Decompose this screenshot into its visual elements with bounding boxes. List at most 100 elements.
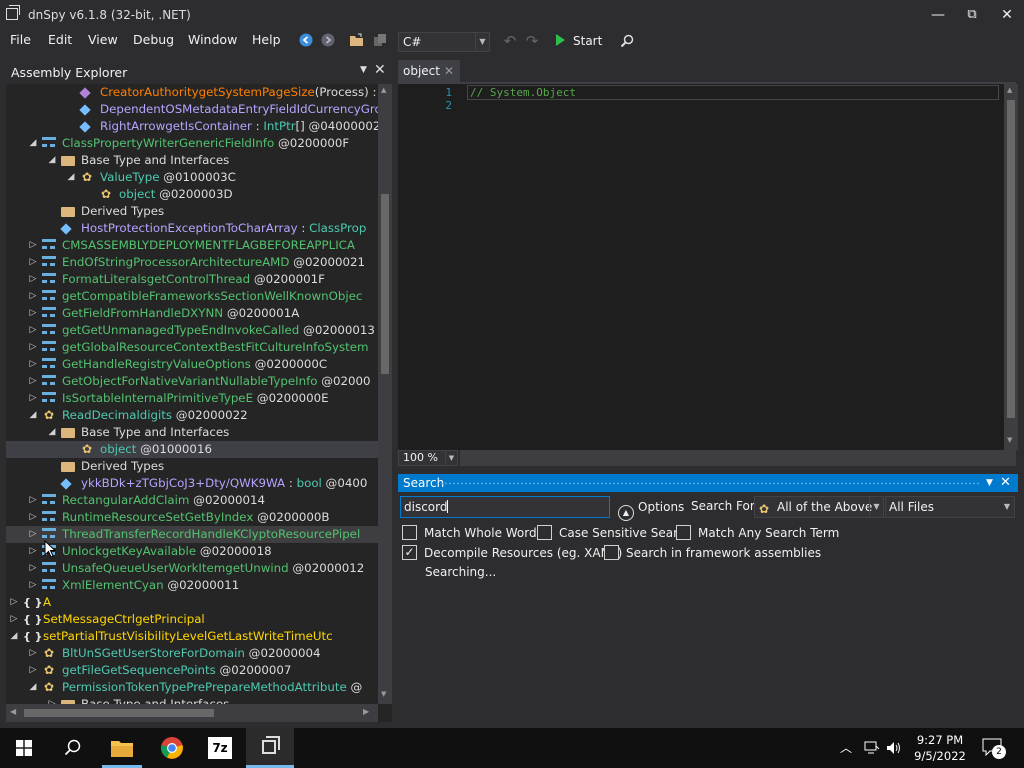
tree-node[interactable]: ▷ FormatLiteralsgetControlThread @0200001…	[6, 271, 378, 288]
tree-node[interactable]: Derived Types	[6, 203, 378, 220]
expand-arrow-icon[interactable]: ▷	[28, 526, 38, 543]
forward-icon[interactable]	[320, 33, 336, 49]
expand-arrow-icon[interactable]: ▷	[28, 288, 38, 305]
taskbar-file-explorer[interactable]	[98, 728, 146, 768]
expand-arrow-icon[interactable]: ▷	[28, 509, 38, 526]
code-line[interactable]: // System.Object	[467, 85, 999, 100]
expand-arrow-icon[interactable]: ▷	[28, 390, 38, 407]
editor-horizontal-scrollbar[interactable]	[460, 450, 1016, 466]
tree-node[interactable]: ▷ Base Type and Interfaces	[6, 696, 378, 704]
scroll-right-icon[interactable]: ▶	[363, 707, 369, 716]
explorer-vertical-scrollbar[interactable]: ▲ ▼	[378, 84, 392, 704]
taskbar-7zip[interactable]: 7z	[196, 728, 244, 768]
tree-node[interactable]: ▷ EndOfStringProcessorArchitectureAMD @02…	[6, 254, 378, 271]
tree-node[interactable]: ▷ UnlockgetKeyAvailable @02000018	[6, 543, 378, 560]
expand-arrow-icon[interactable]: ▷	[28, 543, 38, 560]
search-icon[interactable]	[620, 34, 634, 48]
volume-icon[interactable]	[886, 740, 902, 756]
network-icon[interactable]	[864, 741, 880, 755]
scroll-down-icon[interactable]: ▼	[381, 690, 386, 698]
tree-node[interactable]: ▷ { } SetMessageCtrlgetPrincipal	[6, 611, 378, 628]
tree-node[interactable]: ✿ object @01000016	[6, 441, 378, 458]
expand-arrow-icon[interactable]: ▷	[28, 339, 38, 356]
tree-node[interactable]: ▷ RuntimeResourceSetGetByIndex @0200000B	[6, 509, 378, 526]
collapse-arrow-icon[interactable]: ◢	[47, 152, 57, 169]
tree-node[interactable]: ▷ GetObjectForNativeVariantNullableTypeIn…	[6, 373, 378, 390]
tree-node[interactable]: ▷ ✿ BltUnSGetUserStoreForDomain @02000004	[6, 645, 378, 662]
search-for-select[interactable]: ✿ All of the Above ▼	[754, 496, 884, 518]
tree-node[interactable]: ▷ CMSASSEMBLYDEPLOYMENTFLAGBEFOREAPPLICA	[6, 237, 378, 254]
tree-node[interactable]: ▷ RectangularAddClaim @02000014	[6, 492, 378, 509]
tree-node[interactable]: ykkBDk+zTGbjCoJ3+Dty/QWK9WA : bool @0400	[6, 475, 378, 492]
expand-arrow-icon[interactable]: ▷	[28, 560, 38, 577]
undo-icon[interactable]: ↶	[502, 33, 518, 49]
tree-node[interactable]: CreatorAuthoritygetSystemPageSize(Proces…	[6, 84, 378, 101]
collapse-arrow-icon[interactable]: ◢	[66, 169, 76, 186]
tree-node[interactable]: ◢ Base Type and Interfaces	[6, 424, 378, 441]
tree-node[interactable]: ✿ object @0200003D	[6, 186, 378, 203]
tree-node[interactable]: ▷ { } A	[6, 594, 378, 611]
taskbar-chrome[interactable]	[148, 728, 196, 768]
restore-button[interactable]: ⧉	[955, 4, 989, 26]
scroll-thumb[interactable]	[381, 194, 389, 374]
notification-button[interactable]: 2	[982, 738, 1006, 759]
tree-node[interactable]: ◢ ✿ ReadDecimaldigits @02000022	[6, 407, 378, 424]
tree-node[interactable]: ▷ GetFieldFromHandleDXYNN @0200001A	[6, 305, 378, 322]
tree-node[interactable]: ◢ Base Type and Interfaces	[6, 152, 378, 169]
expand-arrow-icon[interactable]: ▷	[28, 305, 38, 322]
tree-node[interactable]: ▷ getGlobalResourceContextBestFitCultureI…	[6, 339, 378, 356]
open-folder-icon[interactable]	[349, 33, 365, 49]
tree-node[interactable]: ▷ ✿ getFileGetSequencePoints @02000007	[6, 662, 378, 679]
search-input[interactable]: discord	[400, 496, 610, 518]
tree-node[interactable]: RightArrowgetIsContainer : IntPtr[] @040…	[6, 118, 378, 135]
menu-edit[interactable]: Edit	[48, 32, 72, 47]
code-editor[interactable]: 1 2 // System.Object	[398, 82, 1016, 450]
redo-icon[interactable]: ↷	[524, 33, 540, 49]
collapse-arrow-icon[interactable]: ◢	[47, 424, 57, 441]
expand-arrow-icon[interactable]: ▷	[28, 492, 38, 509]
tree-node[interactable]: Derived Types	[6, 458, 378, 475]
checkbox-box[interactable]	[402, 525, 417, 540]
expand-arrow-icon[interactable]: ▷	[28, 662, 38, 679]
expand-arrow-icon[interactable]: ▷	[9, 594, 19, 611]
collapse-arrow-icon[interactable]: ◢	[28, 679, 38, 696]
back-icon[interactable]	[298, 33, 314, 49]
tree-node[interactable]: ◢ { } setPartialTrustVisibilityLevelGetLas…	[6, 628, 378, 645]
tree-node[interactable]: ▷ ThreadTransferRecordHandleKClyptoResour…	[6, 526, 378, 543]
drag-grip[interactable]	[440, 482, 980, 485]
options-button[interactable]: ▲ Options	[618, 496, 684, 521]
tree-node[interactable]: ▷ UnsafeQueueUserWorkItemgetUnwind @02000…	[6, 560, 378, 577]
tree-node[interactable]: ◢ ✿ ValueType @0100003C	[6, 169, 378, 186]
tree-node[interactable]: ▷ getCompatibleFrameworksSectionWellKnown…	[6, 288, 378, 305]
tree-node[interactable]: DependentOSMetadataEntryFieldIdCurrencyG…	[6, 101, 378, 118]
tree-node[interactable]: ▷ IsSortableInternalPrimitiveTypeE @02000…	[6, 390, 378, 407]
taskbar-search-button[interactable]	[48, 728, 96, 768]
tree-node[interactable]: ▷ XmlElementCyan @02000011	[6, 577, 378, 594]
tab-object[interactable]: object ✕	[398, 60, 460, 82]
chevron-down-icon[interactable]: ▼	[360, 65, 367, 75]
close-icon[interactable]: ✕	[1000, 474, 1011, 492]
scroll-up-icon[interactable]: ▲	[1007, 86, 1012, 94]
language-select[interactable]: C# ▼	[398, 32, 490, 52]
expand-arrow-icon[interactable]: ▷	[28, 254, 38, 271]
checkbox-box[interactable]	[604, 545, 619, 560]
editor-vertical-scrollbar[interactable]: ▲ ▼	[1004, 84, 1018, 450]
expand-arrow-icon[interactable]: ▷	[9, 611, 19, 628]
zoom-select[interactable]: 100 % ▼	[398, 450, 458, 466]
tree-node[interactable]: ◢ ✿ PermissionTokenTypePrePrepareMethodAtt…	[6, 679, 378, 696]
expand-arrow-icon[interactable]: ▷	[47, 696, 57, 704]
tree-node[interactable]: ◢ ClassPropertyWriterGenericFieldInfo @02…	[6, 135, 378, 152]
windows-start-button[interactable]	[0, 728, 48, 768]
scroll-thumb[interactable]	[24, 709, 214, 717]
save-all-icon[interactable]	[372, 33, 388, 49]
checkbox-box[interactable]: ✓	[402, 545, 417, 560]
minimize-button[interactable]: —	[921, 4, 955, 26]
expand-arrow-icon[interactable]: ▷	[28, 271, 38, 288]
expand-arrow-icon[interactable]: ▷	[28, 645, 38, 662]
collapse-arrow-icon[interactable]: ◢	[28, 407, 38, 424]
taskbar-dnspy[interactable]	[246, 728, 294, 768]
menu-debug[interactable]: Debug	[133, 32, 174, 47]
collapse-arrow-icon[interactable]: ◢	[28, 135, 38, 152]
expand-arrow-icon[interactable]: ▷	[28, 322, 38, 339]
checkbox-box[interactable]	[537, 525, 552, 540]
